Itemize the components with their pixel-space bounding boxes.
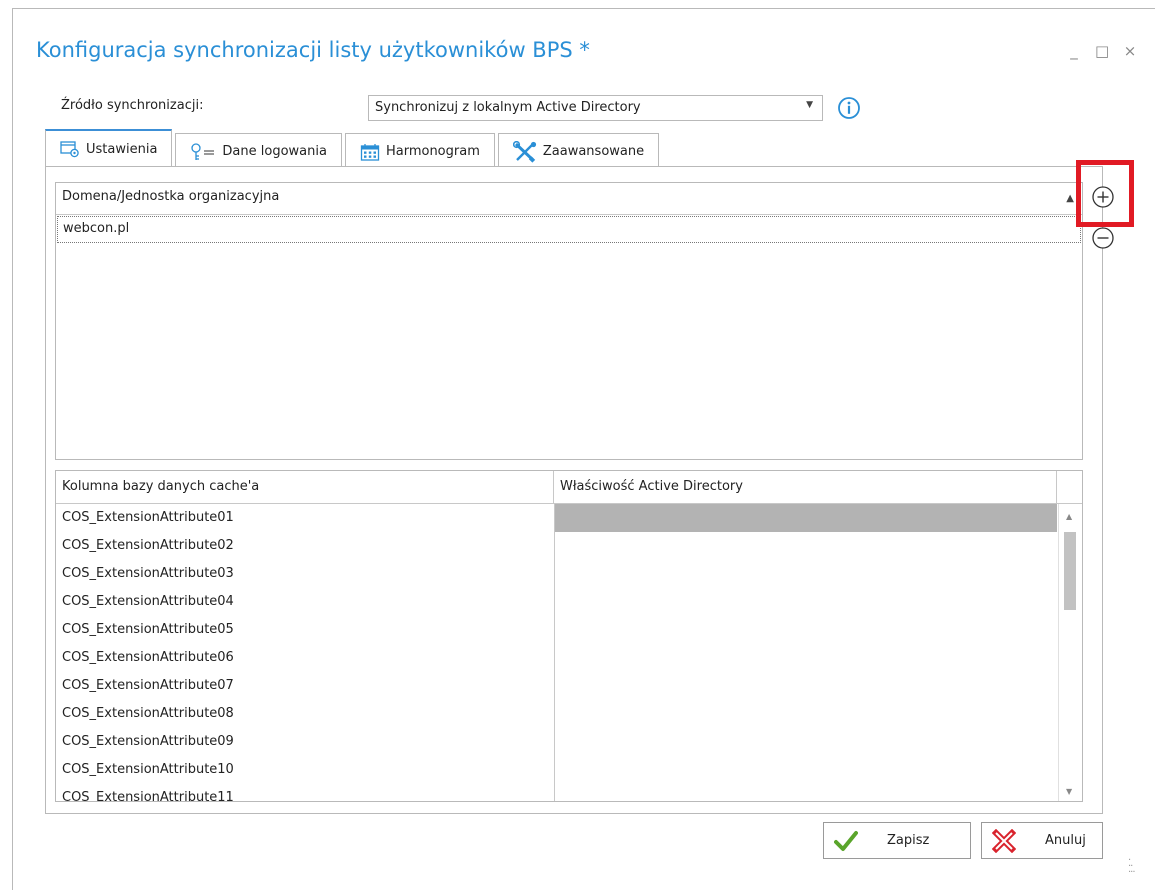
cancel-button-label: Anuluj [1045, 833, 1086, 848]
tab-login-data-label: Dane logowania [222, 144, 327, 159]
table-row[interactable]: COS_ExtensionAttribute01 [56, 504, 554, 532]
tab-bar: Ustawienia Dane logowania Harmonogram Za… [45, 129, 662, 169]
table-row[interactable]: COS_ExtensionAttribute02 [56, 532, 554, 560]
save-button[interactable]: Zapisz [823, 822, 971, 859]
source-label: Źródło synchronizacji: [61, 98, 204, 113]
table-row[interactable]: COS_ExtensionAttribute04 [56, 588, 554, 616]
domains-grid: Domena/Jednostka organizacyjna ▲ webcon.… [55, 182, 1083, 460]
calendar-icon [360, 143, 380, 161]
close-button[interactable]: × [1123, 42, 1137, 60]
table-row[interactable]: COS_ExtensionAttribute11 [56, 784, 554, 801]
tab-settings-label: Ustawienia [86, 141, 158, 157]
chevron-down-icon: ▼ [806, 100, 813, 110]
source-select[interactable]: Synchronizuj z lokalnym Active Directory… [368, 95, 823, 121]
column-header-cache-column[interactable]: Kolumna bazy danych cache'a [56, 471, 554, 503]
table-row[interactable]: COS_ExtensionAttribute06 [56, 644, 554, 672]
table-row[interactable]: COS_ExtensionAttribute10 [56, 756, 554, 784]
remove-domain-button[interactable] [1091, 226, 1115, 250]
tab-advanced-label: Zaawansowane [542, 144, 645, 159]
tab-settings[interactable]: Ustawienia [45, 129, 173, 167]
table-row[interactable]: COS_ExtensionAttribute03 [56, 560, 554, 588]
tab-schedule[interactable]: Harmonogram [344, 133, 495, 169]
tab-login-data[interactable]: Dane logowania [175, 133, 342, 169]
resize-grip-icon[interactable]: · ·· ··· [1128, 856, 1135, 878]
vertical-scrollbar[interactable]: ▲ ▼ [1058, 504, 1082, 801]
tools-icon [512, 140, 536, 163]
mapping-grid-body: COS_ExtensionAttribute01 COS_ExtensionAt… [56, 504, 1082, 801]
cancel-button[interactable]: Anuluj [981, 822, 1103, 859]
column-header-spacer [1057, 471, 1082, 503]
scroll-up-icon[interactable]: ▲ [1066, 512, 1072, 521]
info-icon[interactable] [837, 96, 861, 120]
table-row[interactable]: COS_ExtensionAttribute07 [56, 672, 554, 700]
table-row[interactable]: COS_ExtensionAttribute05 [56, 616, 554, 644]
table-row[interactable]: COS_ExtensionAttribute09 [56, 728, 554, 756]
checkmark-icon [834, 830, 858, 851]
column-divider [554, 504, 555, 801]
settings-form-icon [60, 141, 79, 158]
cancel-x-icon [992, 828, 1016, 853]
window-title: Konfiguracja synchronizacji listy użytko… [36, 38, 590, 62]
scroll-down-icon[interactable]: ▼ [1066, 787, 1072, 796]
maximize-button[interactable]: □ [1095, 42, 1109, 60]
minimize-button[interactable]: _ [1067, 42, 1081, 60]
highlight-frame [1076, 160, 1134, 227]
tab-schedule-label: Harmonogram [385, 144, 480, 159]
column-header-ad-property[interactable]: Właściwość Active Directory [554, 471, 1057, 503]
mapping-grid: Kolumna bazy danych cache'a Właściwość A… [55, 470, 1083, 802]
sort-ascending-icon: ▲ [1066, 193, 1074, 204]
mapping-rows: COS_ExtensionAttribute01 COS_ExtensionAt… [56, 504, 554, 801]
mapping-grid-header: Kolumna bazy danych cache'a Właściwość A… [56, 471, 1082, 504]
window-controls: _ □ × [1067, 42, 1137, 60]
selected-ad-property-cell[interactable] [555, 504, 1057, 532]
table-row[interactable]: COS_ExtensionAttribute08 [56, 700, 554, 728]
save-button-label: Zapisz [887, 833, 930, 848]
domains-grid-header[interactable]: Domena/Jednostka organizacyjna ▲ [56, 183, 1082, 215]
tab-advanced[interactable]: Zaawansowane [497, 133, 660, 169]
key-icon [191, 142, 215, 160]
source-select-value: Synchronizuj z lokalnym Active Directory [375, 100, 641, 115]
domain-row[interactable]: webcon.pl [57, 216, 1081, 243]
scrollbar-thumb[interactable] [1064, 532, 1076, 610]
domains-grid-header-label: Domena/Jednostka organizacyjna [62, 189, 280, 204]
